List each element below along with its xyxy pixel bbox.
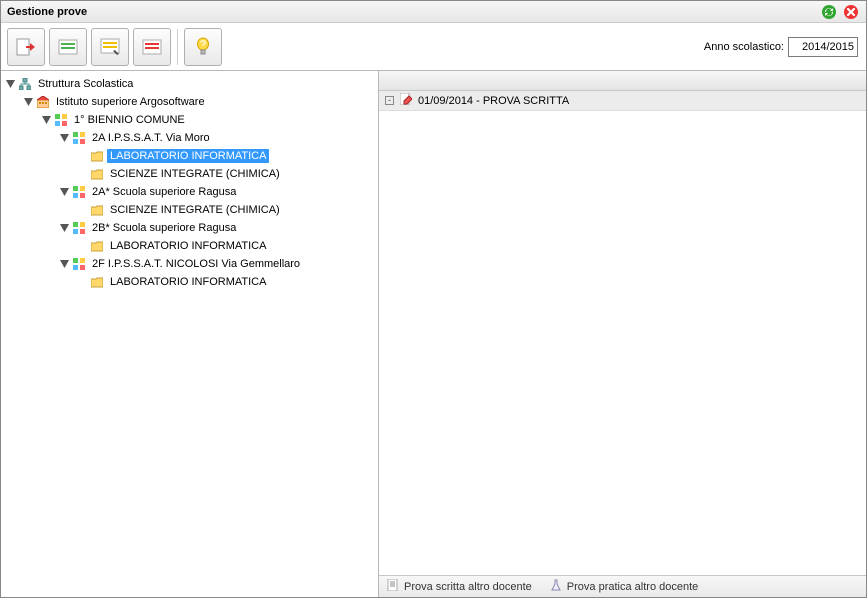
grid-icon (72, 257, 86, 271)
tree-node-label: SCIENZE INTEGRATE (CHIMICA) (107, 167, 283, 181)
folder-icon (90, 149, 104, 163)
back-button[interactable] (7, 28, 45, 66)
tree-node-label: LABORATORIO INFORMATICA (107, 275, 269, 289)
grid-icon (72, 185, 86, 199)
doc-icon (387, 579, 399, 594)
list-body[interactable]: - 01/09/2014 - PROVA SCRITTA (379, 91, 866, 575)
right-pane: - 01/09/2014 - PROVA SCRITTA Prova scrit… (379, 71, 866, 597)
flask-icon (550, 579, 562, 594)
tree-biennio[interactable]: 1° BIENNIO COMUNE (37, 111, 378, 129)
expand-toggle[interactable] (59, 133, 69, 143)
tree-node-label: 1° BIENNIO COMUNE (71, 113, 188, 127)
body: Struttura Scolastica Istituto superiore … (1, 71, 866, 597)
expand-toggle[interactable] (23, 97, 33, 107)
tree-subject[interactable]: LABORATORIO INFORMATICA (73, 273, 378, 291)
prova-scritta-verde-button[interactable] (49, 28, 87, 66)
tree-root[interactable]: Struttura Scolastica (1, 75, 378, 93)
list-item[interactable]: - 01/09/2014 - PROVA SCRITTA (379, 91, 866, 111)
legend-label: Prova pratica altro docente (567, 581, 698, 593)
tree-institute[interactable]: Istituto superiore Argosoftware (19, 93, 378, 111)
year-input[interactable] (788, 37, 858, 57)
tree-node-label: SCIENZE INTEGRATE (CHIMICA) (107, 203, 283, 217)
tree-node-label: Struttura Scolastica (35, 77, 136, 91)
hint-button[interactable] (184, 28, 222, 66)
list-item-label: 01/09/2014 - PROVA SCRITTA (418, 95, 569, 107)
legend-scritta: Prova scritta altro docente (387, 579, 532, 594)
legend-pratica: Prova pratica altro docente (550, 579, 698, 594)
year-label: Anno scolastico: (704, 41, 784, 53)
structure-icon (18, 77, 32, 91)
folder-icon (90, 167, 104, 181)
tree-node-label: 2F I.P.S.S.A.T. NICOLOSI Via Gemmellaro (89, 257, 303, 271)
footer: Prova scritta altro docente Prova pratic… (379, 575, 866, 597)
titlebar: Gestione prove (1, 1, 866, 23)
toolbar: Anno scolastico: (1, 23, 866, 71)
tree-subject[interactable]: LABORATORIO INFORMATICA (73, 237, 378, 255)
list-header (379, 71, 866, 91)
expand-toggle[interactable] (59, 223, 69, 233)
folder-icon (90, 275, 104, 289)
tree-node-label: 2A I.P.S.S.A.T. Via Moro (89, 131, 213, 145)
expand-toggle[interactable] (59, 259, 69, 269)
tree-subject[interactable]: SCIENZE INTEGRATE (CHIMICA) (73, 165, 378, 183)
tree-subject[interactable]: LABORATORIO INFORMATICA (73, 147, 378, 165)
edit-icon (400, 93, 412, 108)
window-title: Gestione prove (7, 6, 816, 18)
grid-icon (72, 131, 86, 145)
folder-icon (90, 239, 104, 253)
expand-toggle[interactable] (41, 115, 51, 125)
tree-class[interactable]: 2B* Scuola superiore Ragusa (55, 219, 378, 237)
expand-toggle[interactable] (59, 187, 69, 197)
tree-pane[interactable]: Struttura Scolastica Istituto superiore … (1, 71, 379, 597)
close-icon[interactable] (842, 3, 860, 21)
toolbar-separator (177, 29, 178, 65)
legend-label: Prova scritta altro docente (404, 581, 532, 593)
year-wrap: Anno scolastico: (704, 37, 860, 57)
collapse-icon[interactable]: - (385, 96, 394, 105)
tree-node-label: Istituto superiore Argosoftware (53, 95, 208, 109)
tree-subject[interactable]: SCIENZE INTEGRATE (CHIMICA) (73, 201, 378, 219)
school-icon (36, 95, 50, 109)
grid-icon (54, 113, 68, 127)
prova-scritta-rossa-button[interactable] (133, 28, 171, 66)
tree-class[interactable]: 2A* Scuola superiore Ragusa (55, 183, 378, 201)
tree-node-label: LABORATORIO INFORMATICA (107, 149, 269, 163)
tree-node-label: 2A* Scuola superiore Ragusa (89, 185, 239, 199)
tree-node-label: LABORATORIO INFORMATICA (107, 239, 269, 253)
expand-toggle[interactable] (5, 79, 15, 89)
window: Gestione prove Anno scolastico: (0, 0, 867, 598)
tree-node-label: 2B* Scuola superiore Ragusa (89, 221, 239, 235)
tree-class[interactable]: 2F I.P.S.S.A.T. NICOLOSI Via Gemmellaro (55, 255, 378, 273)
prova-scritta-gialla-button[interactable] (91, 28, 129, 66)
folder-icon (90, 203, 104, 217)
refresh-icon[interactable] (820, 3, 838, 21)
tree-class[interactable]: 2A I.P.S.S.A.T. Via Moro (55, 129, 378, 147)
grid-icon (72, 221, 86, 235)
